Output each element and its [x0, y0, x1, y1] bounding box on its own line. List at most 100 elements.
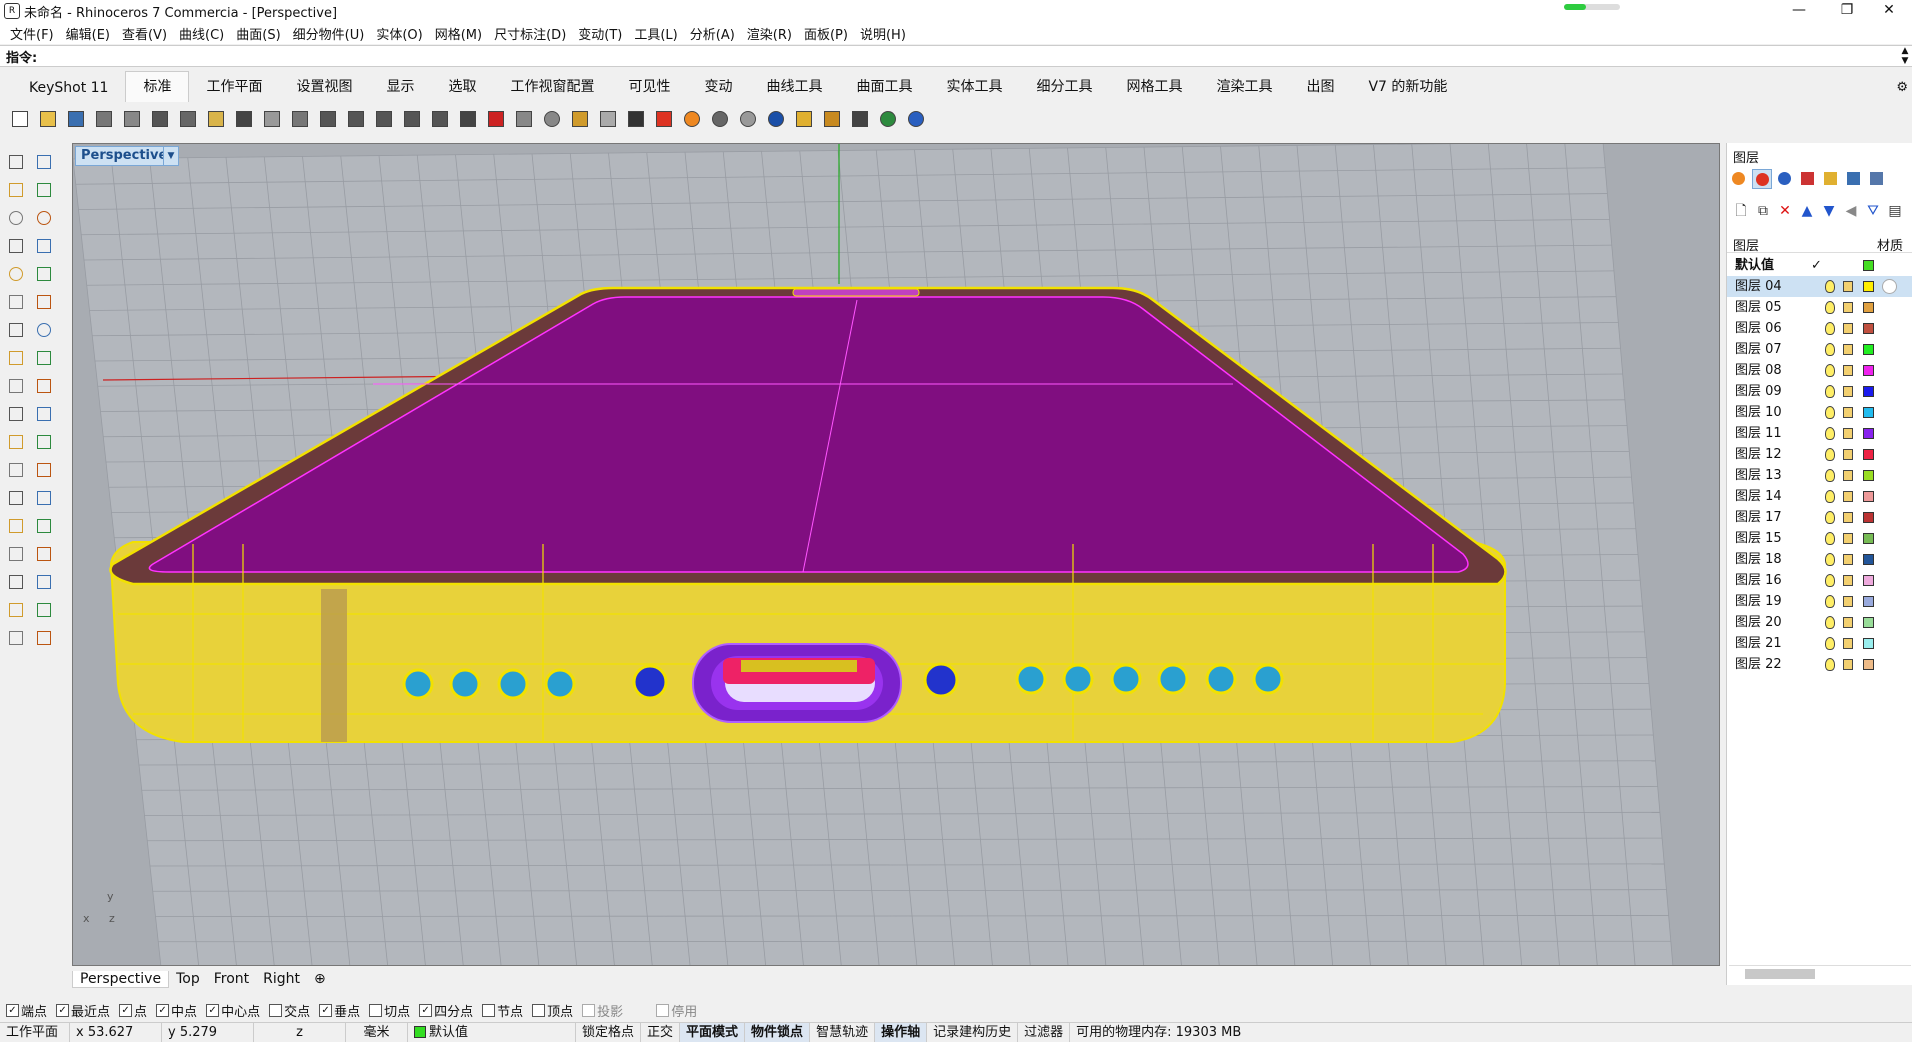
osnap-0[interactable]: ✓ 端点 [6, 1001, 47, 1020]
add-viewport-icon[interactable]: ⊕ [307, 971, 333, 987]
pdf-icon[interactable] [1867, 169, 1887, 189]
text-icon[interactable] [4, 486, 28, 510]
lock-icon[interactable] [624, 107, 648, 131]
layer-color-swatch[interactable] [1863, 617, 1874, 628]
layer-row[interactable]: 图层 22 [1727, 654, 1912, 675]
osnap-12[interactable]: 停用 [656, 1001, 697, 1020]
bulb-icon[interactable] [1825, 469, 1835, 482]
zoom-all-icon[interactable] [372, 107, 396, 131]
menu-item-8[interactable]: 尺寸标注(D) [488, 24, 572, 43]
dimension-icon[interactable] [32, 486, 56, 510]
sphere-icon[interactable] [32, 318, 56, 342]
display-icon[interactable] [1844, 169, 1864, 189]
split-icon[interactable] [32, 402, 56, 426]
options-icon[interactable]: ▤ [1885, 201, 1905, 221]
move-icon[interactable] [4, 458, 28, 482]
new-file-icon[interactable] [8, 107, 32, 131]
new-sublayer-icon[interactable]: ⧉ [1753, 201, 1773, 221]
move-arrows-icon[interactable] [288, 107, 312, 131]
menu-item-2[interactable]: 查看(V) [116, 24, 173, 43]
layer-color-swatch[interactable] [1863, 449, 1874, 460]
layer-row[interactable]: 图层 08 [1727, 360, 1912, 381]
surface-icon[interactable] [4, 290, 28, 314]
mesh-icon[interactable] [32, 346, 56, 370]
viewport-label[interactable]: Perspective [75, 146, 174, 166]
copy-icon[interactable] [176, 107, 200, 131]
circle-icon[interactable] [4, 206, 28, 230]
layer-row[interactable]: 图层 21 [1727, 633, 1912, 654]
tab-4[interactable]: 显示 [369, 72, 431, 102]
planar-toggle[interactable]: 平面模式 [680, 1022, 746, 1042]
osnap-toggle[interactable]: 物件锁点 [745, 1022, 811, 1042]
gears-icon[interactable] [820, 107, 844, 131]
select-arrow-icon[interactable] [4, 150, 28, 174]
bulb-icon[interactable] [1825, 490, 1835, 503]
menu-item-12[interactable]: 渲染(R) [741, 24, 798, 43]
layer-icon[interactable] [1752, 169, 1772, 189]
layer-color-swatch[interactable] [1863, 281, 1874, 292]
scroll-thumb[interactable] [1745, 969, 1815, 979]
bulb-icon[interactable] [596, 107, 620, 131]
column-material[interactable]: 材质 [1877, 235, 1903, 254]
restore-button[interactable]: ❐ [1824, 0, 1870, 22]
color-wheel-icon[interactable] [1729, 169, 1749, 189]
lock-icon[interactable] [1843, 386, 1853, 397]
cplane-status[interactable]: 工作平面 [0, 1022, 70, 1042]
osnap-7[interactable]: 切点 [369, 1001, 410, 1020]
osnap-2[interactable]: ✓ 点 [119, 1001, 147, 1020]
osnap-checkbox[interactable]: ✓ [6, 1003, 19, 1017]
osnap-checkbox[interactable]: ✓ [419, 1003, 433, 1017]
layer-color-swatch[interactable] [1863, 575, 1874, 586]
help-icon[interactable] [904, 107, 928, 131]
osnap-6[interactable]: ✓ 垂点 [319, 1001, 360, 1020]
layer-color-swatch[interactable] [1863, 428, 1874, 439]
minimize-button[interactable]: — [1776, 0, 1822, 22]
tab-14[interactable]: 渲染工具 [1199, 72, 1289, 102]
tab-13[interactable]: 网格工具 [1109, 72, 1199, 102]
lock-icon[interactable] [1843, 407, 1853, 418]
snap-circle-icon[interactable] [540, 107, 564, 131]
tab-12[interactable]: 细分工具 [1019, 72, 1109, 102]
grid-icon[interactable] [4, 570, 28, 594]
zoom-extents-icon[interactable] [344, 107, 368, 131]
zoom-selected-icon[interactable] [400, 107, 424, 131]
layer-color-swatch[interactable] [1863, 533, 1874, 544]
lock-icon[interactable] [1843, 302, 1853, 313]
move-up-icon[interactable]: ▲ [1797, 201, 1817, 221]
viewport-tab-perspective[interactable]: Perspective [72, 970, 170, 988]
cut-icon[interactable] [148, 107, 172, 131]
move-left-icon[interactable]: ◀ [1841, 201, 1861, 221]
bulb-icon[interactable] [1825, 280, 1835, 293]
render-icon[interactable] [4, 598, 28, 622]
globe-icon[interactable] [876, 107, 900, 131]
bulb-icon[interactable] [1825, 427, 1835, 440]
four-view-icon[interactable] [456, 107, 480, 131]
bulb-icon[interactable] [1825, 574, 1835, 587]
menu-item-9[interactable]: 变动(T) [572, 24, 628, 43]
menu-item-3[interactable]: 曲线(C) [173, 24, 230, 43]
ortho-toggle[interactable]: 正交 [641, 1022, 681, 1042]
layer-row-default[interactable]: 默认值 ✓ [1727, 255, 1912, 276]
osnap-checkbox[interactable] [582, 1003, 596, 1017]
join-icon[interactable] [32, 430, 56, 454]
tab-5[interactable]: 选取 [431, 72, 493, 102]
folder-icon[interactable] [1821, 169, 1841, 189]
material-icon[interactable] [4, 626, 28, 650]
bulb-icon[interactable] [1825, 658, 1835, 671]
panel-scrollbar[interactable] [1729, 965, 1911, 981]
lock-icon[interactable] [1843, 323, 1853, 334]
menu-item-11[interactable]: 分析(A) [684, 24, 741, 43]
layer-row[interactable]: 图层 05 [1727, 297, 1912, 318]
perspective-viewport[interactable]: Perspective ▼ y x z [72, 143, 1720, 966]
curve-icon[interactable] [32, 178, 56, 202]
layer-row[interactable]: 图层 19 [1727, 591, 1912, 612]
layer-row[interactable]: 图层 09 [1727, 381, 1912, 402]
freeform-icon[interactable] [32, 262, 56, 286]
layer-row[interactable]: 图层 17 [1727, 507, 1912, 528]
bulb-icon[interactable] [1825, 364, 1835, 377]
arc-icon[interactable] [32, 206, 56, 230]
solid-tools-icon[interactable] [4, 542, 28, 566]
viewport-tab-right[interactable]: Right [256, 971, 307, 987]
gear-icon[interactable]: ⚙ [1896, 80, 1908, 95]
lock-icon[interactable] [1843, 554, 1853, 565]
